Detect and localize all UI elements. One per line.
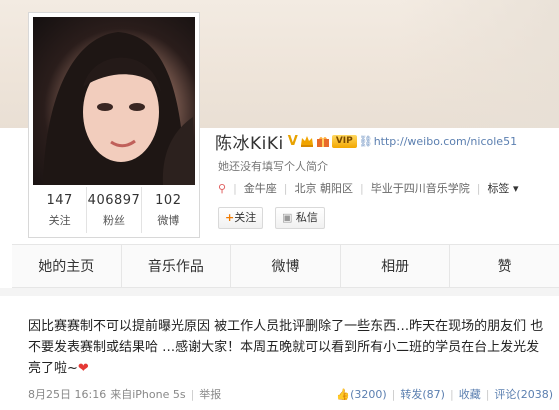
stat-following-label: 关注: [48, 214, 71, 227]
comment-link[interactable]: 评论(2038): [494, 386, 553, 402]
like-count[interactable]: (3200): [350, 388, 387, 401]
divider: |: [391, 387, 396, 401]
envelope-icon: ▣: [282, 211, 293, 224]
divider: |: [476, 181, 481, 195]
message-label: 私信: [295, 211, 318, 224]
repost-link[interactable]: 转发(87): [400, 386, 445, 402]
section-gap: [0, 288, 559, 296]
stat-posts-count: 102: [155, 193, 182, 208]
profile-url-link[interactable]: http://weibo.com/nicole51: [374, 135, 517, 148]
report-link[interactable]: 举报: [199, 386, 221, 402]
stat-followers-label: 粉丝: [102, 214, 125, 227]
plus-icon: +: [225, 211, 235, 224]
divider: |: [449, 387, 454, 401]
zodiac-text: 金牛座: [243, 182, 277, 195]
tags-label: 标签: [487, 182, 510, 195]
stat-followers[interactable]: 406897 粉丝: [87, 187, 142, 233]
profile-intro: 她还没有填写个人简介: [218, 160, 328, 173]
post-footer: 8月25日 16:16 来自iPhone 5s | 举报 👍 (3200) | …: [28, 386, 553, 402]
post-date[interactable]: 8月25日 16:16: [28, 386, 106, 402]
school-text: 毕业于四川音乐学院: [370, 182, 470, 195]
avatar-portrait-icon: [43, 32, 195, 185]
follow-label: 关注: [234, 211, 257, 224]
tab-music[interactable]: 音乐作品: [122, 245, 232, 287]
location-text: 北京 朝阳区: [294, 182, 354, 195]
heart-icon: ❤: [77, 361, 89, 376]
profile-name: 陈冰KiKi: [215, 133, 284, 154]
divider: |: [190, 387, 195, 401]
stat-following[interactable]: 147 关注: [33, 187, 88, 233]
favorite-link[interactable]: 收藏: [459, 386, 481, 402]
tab-likes[interactable]: 赞: [450, 245, 559, 287]
divider: |: [360, 181, 364, 195]
profile-info-row: ⚲ | 金牛座 | 北京 朝阳区 | 毕业于四川音乐学院 | 标签 ▾: [218, 180, 518, 196]
tab-home[interactable]: 她的主页: [12, 245, 122, 287]
divider: |: [485, 387, 490, 401]
stat-followers-count: 406897: [87, 193, 141, 208]
tags-dropdown[interactable]: 标签 ▾: [487, 180, 518, 196]
tab-weibo[interactable]: 微博: [231, 245, 341, 287]
crown-icon[interactable]: [300, 134, 314, 148]
location-pin-icon: ⚲: [218, 181, 227, 195]
thumbs-up-icon[interactable]: 👍: [336, 388, 350, 401]
tab-album[interactable]: 相册: [341, 245, 451, 287]
vip-badge[interactable]: VIP: [331, 134, 357, 148]
gift-icon[interactable]: [316, 134, 330, 148]
stat-posts[interactable]: 102 微博: [142, 187, 195, 233]
verified-badge-icon[interactable]: V: [288, 134, 298, 149]
follow-button[interactable]: +关注: [218, 207, 264, 229]
stats-bar: 147 关注 406897 粉丝 102 微博: [33, 187, 195, 233]
post-source[interactable]: 来自iPhone 5s: [110, 386, 185, 402]
stat-posts-label: 微博: [157, 214, 180, 227]
post-body: 因比赛赛制不可以提前曝光原因 被工作人员批评删除了一些东西…昨天在现场的朋友们 …: [28, 319, 544, 376]
profile-name-row: 陈冰KiKi V VIP ⛓ http://weibo.com/nicole51: [215, 128, 517, 154]
avatar[interactable]: [33, 17, 195, 185]
avatar-card: 147 关注 406897 粉丝 102 微博: [28, 12, 200, 238]
chevron-down-icon: ▾: [512, 182, 519, 195]
post-text: 因比赛赛制不可以提前曝光原因 被工作人员批评删除了一些东西…昨天在现场的朋友们 …: [28, 316, 548, 379]
divider: |: [233, 181, 237, 195]
link-icon: ⛓: [358, 134, 373, 148]
stat-following-count: 147: [46, 193, 73, 208]
message-button[interactable]: ▣ 私信: [275, 207, 325, 229]
divider: |: [283, 181, 288, 195]
profile-tabs: 她的主页 音乐作品 微博 相册 赞: [12, 244, 559, 288]
